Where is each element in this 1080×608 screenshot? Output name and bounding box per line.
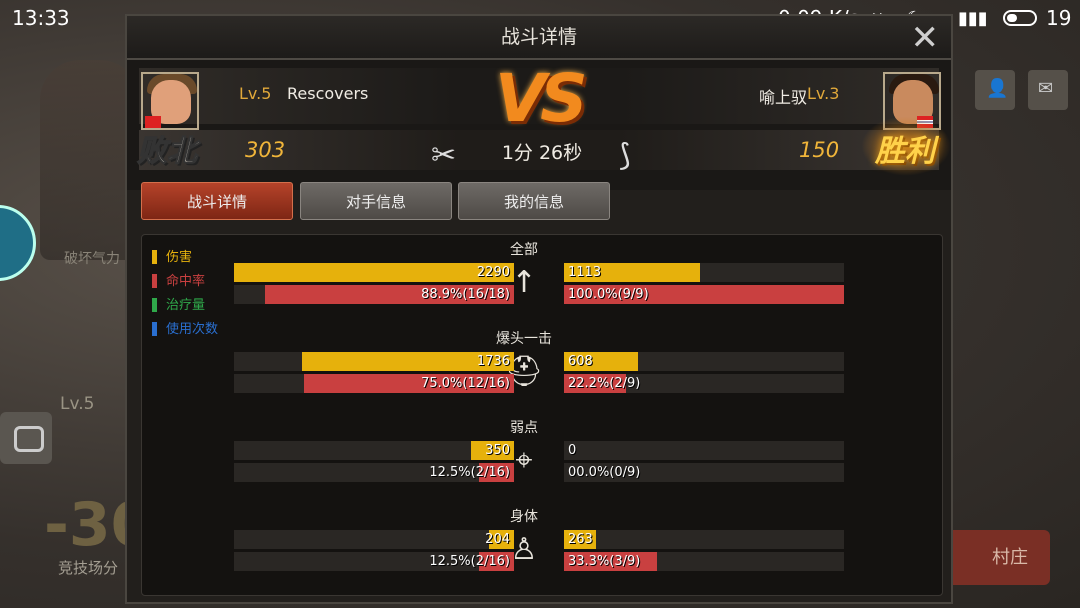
signal-icon: ▮▮▮ (958, 8, 988, 29)
section-title: 全部 (510, 242, 538, 258)
legend-swatch (152, 298, 157, 312)
right-damage-bar: 263 (564, 530, 844, 549)
right-damage-value: 1113 (568, 265, 602, 280)
legend-label: 伤害 (166, 250, 193, 265)
tab-opponent-info[interactable]: 对手信息 (300, 182, 452, 220)
panel-title-bar: 战斗详情 ✕ (127, 16, 951, 60)
section-title: 弱点 (510, 420, 538, 436)
panel-title: 战斗详情 (500, 26, 577, 48)
right-player-name: 喻上驭 (759, 88, 808, 107)
left-damage-bar: 2290 (234, 263, 514, 282)
legend-label: 命中率 (166, 274, 206, 289)
battle-detail-panel: 战斗详情 ✕ Lv.5 Rescovers 败北 303 VS ✂ 1分 26秒… (125, 14, 953, 604)
left-hit-bar: 75.0%(12/16) (234, 374, 514, 393)
chat-button[interactable] (0, 412, 52, 464)
left-hit-bar: 12.5%(2/16) (234, 463, 514, 482)
left-hit-value: 88.9%(16/18) (421, 287, 510, 302)
right-player-score: 150 (799, 138, 840, 162)
legend-swatch (152, 274, 157, 288)
legend-swatch (152, 250, 157, 264)
match-header: Lv.5 Rescovers 败北 303 VS ✂ 1分 26秒 ⟆ Lv.3… (127, 60, 951, 190)
status-time: 13:33 (12, 6, 70, 30)
right-damage-bar: 608 (564, 352, 844, 371)
legend-item: 使用次数 (152, 319, 218, 343)
left-damage-value: 1736 (476, 354, 510, 369)
stats-legend: 伤害命中率治疗量使用次数 (152, 247, 218, 343)
add-friend-button[interactable]: 👤 (975, 70, 1015, 110)
battery-icon (1003, 10, 1037, 26)
vs-emblem: VS (495, 60, 588, 137)
sword-crossed-icon: ✂ (431, 138, 457, 173)
left-player-score: 303 (245, 138, 286, 162)
left-damage-value: 2290 (476, 265, 510, 280)
left-damage-value: 350 (485, 443, 510, 458)
background-destroy-label: 破坏气力 (64, 251, 120, 267)
right-hit-value: 100.0%(9/9) (568, 287, 649, 302)
close-icon[interactable]: ✕ (911, 18, 940, 58)
right-hit-bar: 33.3%(3/9) (564, 552, 844, 571)
legend-item: 伤害 (152, 247, 218, 271)
left-damage-bar: 1736 (234, 352, 514, 371)
left-hit-value: 12.5%(2/16) (429, 554, 510, 569)
legend-label: 治疗量 (166, 298, 206, 313)
left-hit-bar: 88.9%(16/18) (234, 285, 514, 304)
left-damage-bar: 204 (234, 530, 514, 549)
section-title: 爆头一击 (496, 331, 552, 347)
stats-content: 伤害 命中率 治疗量 使用次数 全部 ↑ 2290 88.9%(16/18) 1113 100.… (141, 234, 943, 596)
left-hit-value: 75.0%(12/16) (421, 376, 510, 391)
right-hit-value: 33.3%(3/9) (568, 554, 641, 569)
left-damage-bar: 350 (234, 441, 514, 460)
mail-icon: ✉ (1038, 78, 1054, 99)
chat-icon (14, 426, 44, 452)
battle-duration: 1分 26秒 (501, 142, 583, 164)
left-player-level: Lv.5 (239, 84, 272, 103)
section-title: 身体 (510, 509, 538, 525)
defeat-label: 败北 (137, 134, 198, 170)
right-damage-value: 608 (568, 354, 593, 369)
right-hit-value: 00.0%(0/9) (568, 465, 641, 480)
right-hit-bar: 22.2%(2/9) (564, 374, 844, 393)
right-damage-bar: 1113 (564, 263, 844, 282)
background-arena-label: 竞技场分 (58, 559, 119, 577)
right-player-level: Lv.3 (807, 84, 840, 103)
legend-item: 治疗量 (152, 295, 218, 319)
legend-swatch (152, 322, 157, 336)
tab-battle-details[interactable]: 战斗详情 (141, 182, 293, 220)
right-damage-value: 0 (568, 443, 577, 458)
background-level: Lv.5 (60, 394, 95, 414)
battery-level: 19 (1046, 6, 1072, 30)
left-damage-fill (234, 263, 514, 282)
right-hit-bar: 00.0%(0/9) (564, 463, 844, 482)
right-damage-bar: 0 (564, 441, 844, 460)
mail-button[interactable]: ✉ (1028, 70, 1068, 110)
right-hit-bar: 100.0%(9/9) (564, 285, 844, 304)
left-hit-value: 12.5%(2/16) (429, 465, 510, 480)
bow-icon: ⟆ (619, 138, 631, 173)
left-damage-value: 204 (485, 532, 510, 547)
left-hit-bar: 12.5%(2/16) (234, 552, 514, 571)
add-friend-icon: 👤 (986, 78, 1009, 99)
right-damage-value: 263 (568, 532, 593, 547)
legend-label: 使用次数 (166, 322, 219, 337)
right-hit-value: 22.2%(2/9) (568, 376, 641, 391)
victory-label: 胜利 (875, 134, 935, 169)
left-player-name: Rescovers (287, 84, 369, 103)
legend-item: 命中率 (152, 271, 218, 295)
tab-my-info[interactable]: 我的信息 (458, 182, 610, 220)
